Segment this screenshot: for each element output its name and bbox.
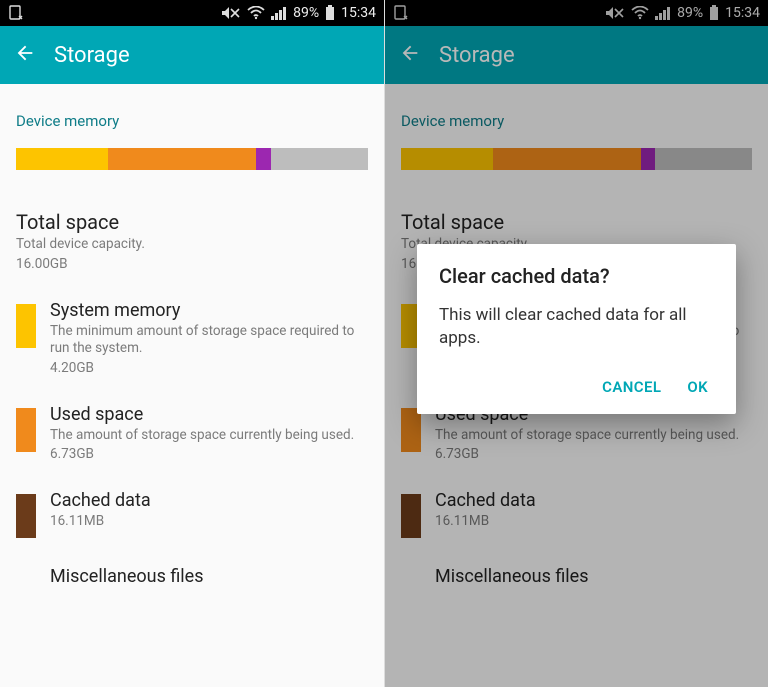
total-label: Total space — [16, 210, 368, 234]
bar-segment-system — [16, 148, 108, 170]
storage-content: Device memory Total space Total device c… — [0, 112, 384, 607]
dialog-clear-cache: Clear cached data? This will clear cache… — [417, 244, 736, 414]
battery-icon — [709, 5, 719, 21]
row-total-space[interactable]: Total space Total device capacity. 16.00… — [16, 200, 368, 290]
status-bar: 89% 15:34 — [0, 0, 384, 26]
dialog-body: This will clear cached data for all apps… — [439, 304, 714, 350]
swatch-cached — [401, 494, 421, 538]
cached-label: Cached data — [50, 490, 368, 511]
row-cached-data[interactable]: Cached data 16.11MB — [16, 480, 368, 556]
swatch-used — [401, 408, 421, 452]
storage-usage-bar — [16, 148, 368, 170]
bar-segment-other — [641, 148, 656, 170]
row-misc-files[interactable]: Miscellaneous files — [401, 556, 752, 607]
cached-label: Cached data — [435, 490, 752, 511]
cached-value: 16.11MB — [50, 513, 368, 529]
row-cached-data[interactable]: Cached data 16.11MB — [401, 480, 752, 556]
system-desc: The minimum amount of storage space requ… — [50, 323, 368, 358]
used-value: 6.73GB — [50, 446, 368, 462]
clock: 15:34 — [725, 5, 760, 21]
screenshot-right: 89% 15:34 Storage Device memory Total sp… — [384, 0, 768, 687]
bar-segment-other — [256, 148, 271, 170]
total-value: 16.00GB — [16, 256, 368, 272]
app-header: Storage — [0, 26, 384, 84]
screenshot-left: 89% 15:34 Storage Device memory Total sp… — [0, 0, 384, 687]
battery-pct: 89% — [293, 5, 319, 21]
total-desc: Total device capacity. — [16, 236, 368, 254]
section-device-memory: Device memory — [401, 112, 752, 130]
dialog-actions: CANCEL OK — [439, 372, 714, 404]
bar-segment-used — [493, 148, 641, 170]
signal-icon — [655, 6, 671, 20]
used-value: 6.73GB — [435, 446, 752, 462]
wifi-icon — [631, 6, 649, 20]
clock: 15:34 — [341, 5, 376, 21]
back-icon[interactable] — [399, 42, 421, 68]
bar-segment-system — [401, 148, 493, 170]
back-icon[interactable] — [14, 42, 36, 68]
misc-label: Miscellaneous files — [435, 566, 752, 587]
ok-button[interactable]: OK — [687, 378, 708, 396]
swatch-system — [16, 304, 36, 348]
mute-icon — [605, 6, 625, 20]
row-used-space[interactable]: Used space The amount of storage space c… — [16, 394, 368, 481]
used-desc: The amount of storage space currently be… — [50, 427, 368, 445]
bar-segment-free — [271, 148, 368, 170]
system-label: System memory — [50, 300, 368, 321]
page-title: Storage — [439, 43, 515, 68]
swatch-used — [16, 408, 36, 452]
bar-segment-used — [108, 148, 256, 170]
used-desc: The amount of storage space currently be… — [435, 427, 752, 445]
row-system-memory[interactable]: System memory The minimum amount of stor… — [16, 290, 368, 394]
storage-usage-bar — [401, 148, 752, 170]
wifi-icon — [247, 6, 265, 20]
dialog-title: Clear cached data? — [439, 264, 714, 288]
misc-label: Miscellaneous files — [50, 566, 368, 587]
total-label: Total space — [401, 210, 752, 234]
status-bar: 89% 15:34 — [385, 0, 768, 26]
system-value: 4.20GB — [50, 360, 368, 376]
page-title: Storage — [54, 43, 130, 68]
battery-pct: 89% — [677, 5, 703, 21]
app-indicator-icon — [8, 5, 24, 21]
cancel-button[interactable]: CANCEL — [602, 378, 661, 396]
signal-icon — [271, 6, 287, 20]
app-indicator-icon — [393, 5, 409, 21]
row-misc-files[interactable]: Miscellaneous files — [16, 556, 368, 607]
section-device-memory: Device memory — [16, 112, 368, 130]
cached-value: 16.11MB — [435, 513, 752, 529]
swatch-cached — [16, 494, 36, 538]
battery-icon — [325, 5, 335, 21]
used-label: Used space — [50, 404, 368, 425]
mute-icon — [221, 6, 241, 20]
app-header: Storage — [385, 26, 768, 84]
bar-segment-free — [655, 148, 752, 170]
